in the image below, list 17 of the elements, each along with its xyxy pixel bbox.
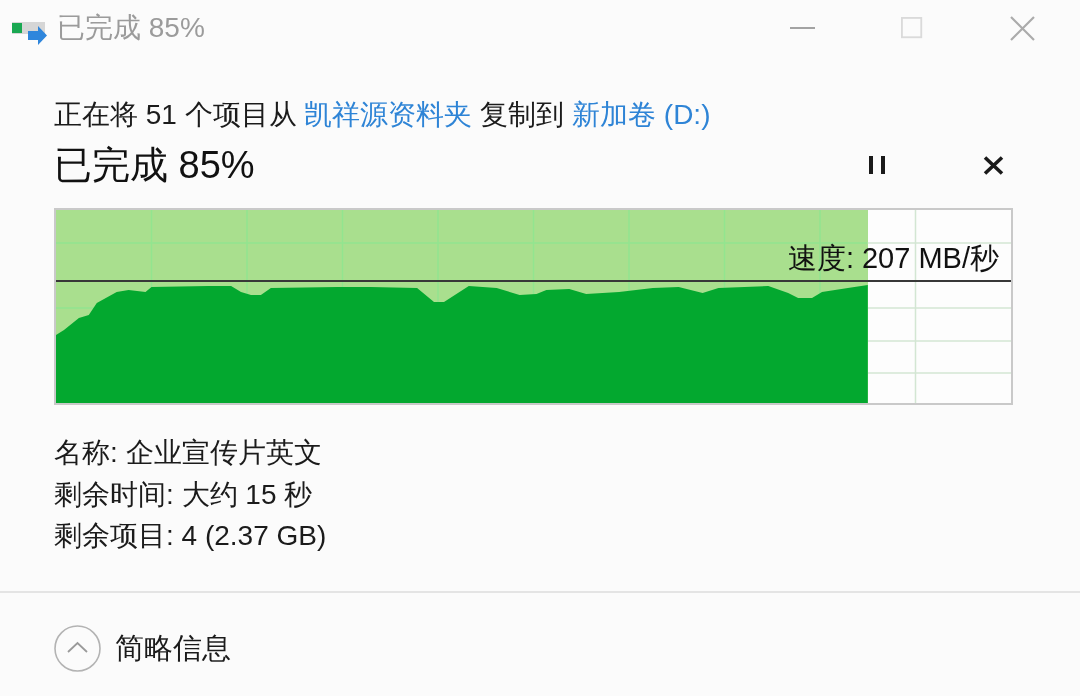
detail-text: 剩余时间: 大约 15 秒 <box>54 477 314 512</box>
details-toggle[interactable]: 简略信息 <box>54 624 231 672</box>
detail-text: 名称: 企业宣传片英文 <box>54 436 323 470</box>
close-icon <box>982 155 1004 175</box>
progress-heading: 已完成 85% <box>54 143 256 187</box>
folder-link[interactable]: 新加卷 (D:) <box>572 99 711 130</box>
file-transfer-icon <box>12 21 47 45</box>
minimize-icon <box>789 27 815 29</box>
copy-description: 正在将 51 个项目从 凯祥源资料夹 复制到 新加卷 (D:) <box>54 99 712 131</box>
maximize-icon <box>900 16 924 40</box>
detail-text: 剩余项目: 4 (2.37 GB) <box>54 519 328 553</box>
close-icon <box>1009 15 1035 41</box>
folder-link[interactable]: 凯祥源资料夹 <box>304 99 473 130</box>
chevron-up-icon <box>54 624 101 672</box>
window-title: 已完成 85% <box>57 11 205 45</box>
pause-icon <box>868 156 886 174</box>
speed-label: 速度: 207 MB/秒 <box>787 241 999 275</box>
